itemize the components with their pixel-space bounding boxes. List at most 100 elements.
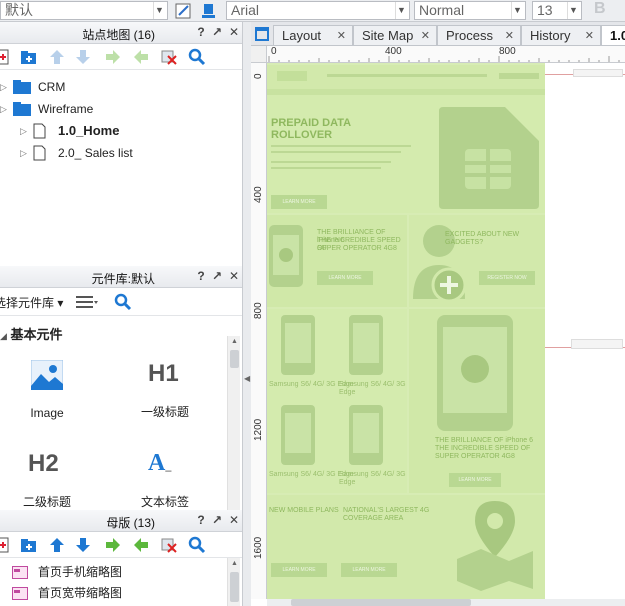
masters-scrollbar[interactable]: ▲: [227, 558, 240, 606]
chevron-down-icon: ▼: [395, 2, 407, 19]
wf-learn-more-button[interactable]: LEARN MORE: [449, 473, 501, 487]
wf-nav-bar[interactable]: [267, 65, 545, 89]
search-icon[interactable]: [188, 48, 206, 66]
move-up-icon[interactable]: [48, 48, 66, 66]
delete-icon[interactable]: [160, 48, 178, 66]
font-style-select[interactable]: Normal ▼: [414, 1, 526, 20]
help-icon[interactable]: ?: [194, 513, 208, 527]
close-icon[interactable]: ✕: [227, 25, 241, 39]
wf-register-promo[interactable]: EXCITED ABOUT NEW GADGETS? REGISTER NOW: [409, 215, 545, 307]
bold-button[interactable]: B: [594, 0, 606, 18]
wf-big-phone-promo[interactable]: THE BRILLIANCE OF iPhone 6 THE INCREDIBL…: [409, 309, 545, 493]
scroll-thumb[interactable]: [291, 599, 471, 606]
page-tabs: Layout ✕ Site Map ✕ Process ✕ History ✕ …: [251, 22, 625, 46]
indent-icon[interactable]: [104, 536, 122, 554]
close-icon[interactable]: ✕: [505, 26, 514, 45]
help-icon[interactable]: ?: [194, 25, 208, 39]
close-icon[interactable]: ✕: [227, 269, 241, 283]
wf-promo-heading: EXCITED ABOUT NEW GADGETS?: [445, 231, 520, 246]
tab-home-page[interactable]: 1.0: [601, 25, 625, 45]
add-master-icon[interactable]: [0, 536, 12, 554]
wf-learn-more-button[interactable]: LEARN MORE: [271, 195, 327, 209]
sitemap-item-sales-list[interactable]: ▷ 2.0_ Sales list: [0, 142, 242, 164]
tab-history[interactable]: History ✕: [521, 25, 601, 45]
add-folder-icon[interactable]: [20, 536, 38, 554]
menu-icon[interactable]: [76, 295, 98, 309]
wf-register-button[interactable]: REGISTER NOW: [479, 271, 535, 285]
outdent-icon[interactable]: [132, 536, 150, 554]
help-icon[interactable]: ?: [194, 269, 208, 283]
tab-site-map[interactable]: Site Map ✕: [353, 25, 437, 45]
widget-text-label[interactable]: A_ 文本标签: [110, 444, 220, 510]
collapse-left-icon[interactable]: ◀: [244, 374, 250, 383]
widget-group-basic[interactable]: ◢ 基本元件: [0, 324, 63, 343]
widget-heading-2[interactable]: H2 二级标题: [0, 444, 110, 510]
font-group-select[interactable]: 默认 ▼: [0, 1, 168, 20]
expand-arrow-icon[interactable]: ▷: [0, 98, 7, 120]
panel-splitter[interactable]: ◀: [243, 22, 251, 606]
annotation-note[interactable]: [573, 69, 623, 77]
tab-process[interactable]: Process ✕: [437, 25, 521, 45]
popout-icon[interactable]: ↗: [210, 269, 224, 283]
wf-learn-more-button[interactable]: LEARN MORE: [271, 563, 327, 577]
format-painter-icon[interactable]: [175, 2, 193, 20]
move-down-icon[interactable]: [74, 48, 92, 66]
indent-icon[interactable]: [104, 48, 122, 66]
library-select[interactable]: 选择元件库 ▾: [0, 294, 63, 311]
search-icon[interactable]: [188, 536, 206, 554]
delete-icon[interactable]: [160, 536, 178, 554]
master-item[interactable]: 首页宽带缩略图: [0, 582, 242, 604]
masters-panel: 母版 (13) ? ↗ ✕ 首页手机缩略图 首页宽带缩略图 ▲: [0, 510, 243, 606]
outdent-icon[interactable]: [132, 48, 150, 66]
expand-arrow-icon[interactable]: ▷: [20, 142, 27, 164]
sitemap-item-wireframe[interactable]: ▷ Wireframe: [0, 98, 242, 120]
wf-phone-grid[interactable]: Samsung S6/ 4G/ 3G Edge Samsung S6/ 4G/ …: [267, 309, 407, 493]
scroll-up-icon[interactable]: ▲: [228, 558, 241, 570]
wf-hero[interactable]: PREPAID DATA ROLLOVER LEARN MORE: [267, 95, 545, 213]
font-color-icon[interactable]: [200, 2, 218, 20]
close-icon[interactable]: ✕: [421, 26, 430, 45]
expand-arrow-icon[interactable]: ▷: [0, 76, 7, 98]
library-select-label: 选择元件库: [0, 296, 55, 310]
sitemap-item-home[interactable]: ▷ 1.0_Home: [0, 120, 242, 142]
font-family-select[interactable]: Arial ▼: [226, 1, 410, 20]
wf-iphone-promo[interactable]: THE BRILLIANCE OF iPhone 6 THE INCREDIBL…: [267, 215, 407, 307]
annotation-note[interactable]: [571, 339, 623, 349]
canvas-scrollbar[interactable]: [267, 599, 625, 606]
collapse-arrow-icon[interactable]: ◢: [0, 331, 7, 341]
scroll-thumb[interactable]: [230, 350, 239, 368]
tab-list-icon[interactable]: [255, 27, 269, 41]
master-item[interactable]: 首页手机缩略图: [0, 561, 242, 583]
close-icon[interactable]: ✕: [227, 513, 241, 527]
sitemap-item-crm[interactable]: ▷ CRM: [0, 76, 242, 98]
expand-arrow-icon[interactable]: ▷: [20, 120, 27, 142]
close-icon[interactable]: ✕: [585, 26, 594, 45]
font-style-value: Normal: [419, 2, 465, 18]
chevron-down-icon: ▼: [567, 2, 579, 19]
wf-phone-icon: [281, 405, 315, 465]
wf-plans-section[interactable]: NEW MOBILE PLANS NATIONAL'S LARGEST 4G C…: [267, 495, 545, 599]
close-icon[interactable]: ✕: [337, 26, 346, 45]
add-folder-icon[interactable]: [20, 48, 38, 66]
popout-icon[interactable]: ↗: [210, 25, 224, 39]
scroll-thumb[interactable]: [230, 572, 239, 602]
scroll-up-icon[interactable]: ▲: [228, 336, 241, 348]
wf-learn-more-button[interactable]: LEARN MORE: [341, 563, 397, 577]
widgets-title: 元件库:默认: [91, 272, 155, 286]
widgets-scrollbar[interactable]: ▲: [227, 336, 240, 510]
move-up-icon[interactable]: [48, 536, 66, 554]
widget-heading-1[interactable]: H1 一级标题: [110, 354, 220, 424]
popout-icon[interactable]: ↗: [210, 513, 224, 527]
move-down-icon[interactable]: [74, 536, 92, 554]
add-page-icon[interactable]: [0, 48, 12, 66]
font-size-select[interactable]: 13 ▼: [532, 1, 582, 20]
masters-toolbar: [0, 532, 242, 558]
design-canvas[interactable]: PREPAID DATA ROLLOVER LEARN MORE THE BRI…: [267, 63, 625, 599]
search-icon[interactable]: [114, 293, 132, 311]
wf-learn-more-button[interactable]: LEARN MORE: [317, 271, 373, 285]
widgets-panel: 元件库:默认 ? ↗ ✕ 选择元件库 ▾ ◢ 基本元件 Image H1 一级标…: [0, 266, 243, 510]
horizontal-ruler: 0 400 800: [267, 46, 625, 63]
wireframe-page[interactable]: PREPAID DATA ROLLOVER LEARN MORE THE BRI…: [267, 63, 545, 599]
tab-layout[interactable]: Layout ✕: [273, 25, 353, 45]
widget-image[interactable]: Image: [0, 354, 110, 424]
